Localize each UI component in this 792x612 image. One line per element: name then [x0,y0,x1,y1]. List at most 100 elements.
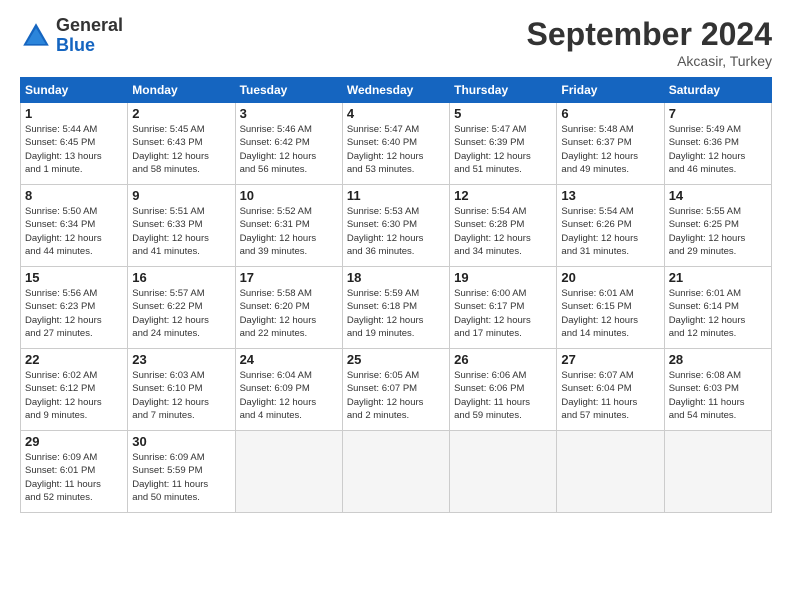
logo-blue: Blue [56,36,123,56]
calendar-cell: 12 Sunrise: 5:54 AM Sunset: 6:28 PM Dayli… [450,185,557,267]
weekday-header-wednesday: Wednesday [342,78,449,103]
calendar-cell: 30 Sunrise: 6:09 AM Sunset: 5:59 PM Dayli… [128,431,235,513]
day-number: 28 [669,352,767,367]
day-number: 7 [669,106,767,121]
calendar-cell: 8 Sunrise: 5:50 AM Sunset: 6:34 PM Daylig… [21,185,128,267]
day-detail: Sunrise: 5:50 AM Sunset: 6:34 PM Dayligh… [25,205,123,258]
day-number: 12 [454,188,552,203]
day-detail: Sunrise: 5:56 AM Sunset: 6:23 PM Dayligh… [25,287,123,340]
day-number: 15 [25,270,123,285]
day-detail: Sunrise: 5:58 AM Sunset: 6:20 PM Dayligh… [240,287,338,340]
day-number: 23 [132,352,230,367]
day-number: 29 [25,434,123,449]
day-number: 8 [25,188,123,203]
week-row-2: 8 Sunrise: 5:50 AM Sunset: 6:34 PM Daylig… [21,185,772,267]
calendar-cell: 29 Sunrise: 6:09 AM Sunset: 6:01 PM Dayli… [21,431,128,513]
location: Akcasir, Turkey [527,53,772,69]
day-detail: Sunrise: 6:06 AM Sunset: 6:06 PM Dayligh… [454,369,552,422]
day-number: 1 [25,106,123,121]
weekday-header-row: SundayMondayTuesdayWednesdayThursdayFrid… [21,78,772,103]
day-number: 19 [454,270,552,285]
week-row-1: 1 Sunrise: 5:44 AM Sunset: 6:45 PM Daylig… [21,103,772,185]
calendar-cell: 4 Sunrise: 5:47 AM Sunset: 6:40 PM Daylig… [342,103,449,185]
weekday-header-saturday: Saturday [664,78,771,103]
month-title: September 2024 [527,16,772,53]
calendar-cell: 19 Sunrise: 6:00 AM Sunset: 6:17 PM Dayli… [450,267,557,349]
day-detail: Sunrise: 6:08 AM Sunset: 6:03 PM Dayligh… [669,369,767,422]
day-number: 10 [240,188,338,203]
weekday-header-tuesday: Tuesday [235,78,342,103]
title-block: September 2024 Akcasir, Turkey [527,16,772,69]
calendar-cell: 18Sunrise: 5:59 AM Sunset: 6:18 PM Dayli… [342,267,449,349]
logo-general: General [56,16,123,36]
day-detail: Sunrise: 5:51 AM Sunset: 6:33 PM Dayligh… [132,205,230,258]
day-detail: Sunrise: 5:54 AM Sunset: 6:26 PM Dayligh… [561,205,659,258]
calendar-table: SundayMondayTuesdayWednesdayThursdayFrid… [20,77,772,513]
day-detail: Sunrise: 5:44 AM Sunset: 6:45 PM Dayligh… [25,123,123,176]
day-number: 27 [561,352,659,367]
day-number: 2 [132,106,230,121]
day-detail: Sunrise: 6:07 AM Sunset: 6:04 PM Dayligh… [561,369,659,422]
day-number: 6 [561,106,659,121]
day-detail: Sunrise: 5:49 AM Sunset: 6:36 PM Dayligh… [669,123,767,176]
weekday-header-sunday: Sunday [21,78,128,103]
calendar-cell: 6 Sunrise: 5:48 AM Sunset: 6:37 PM Daylig… [557,103,664,185]
day-detail: Sunrise: 6:03 AM Sunset: 6:10 PM Dayligh… [132,369,230,422]
calendar-cell: 26 Sunrise: 6:06 AM Sunset: 6:06 PM Dayli… [450,349,557,431]
day-number: 14 [669,188,767,203]
day-detail: Sunrise: 6:09 AM Sunset: 5:59 PM Dayligh… [132,451,230,504]
calendar-cell: 7 Sunrise: 5:49 AM Sunset: 6:36 PM Daylig… [664,103,771,185]
day-number: 24 [240,352,338,367]
logo: General Blue [20,16,123,56]
calendar-cell: 2 Sunrise: 5:45 AM Sunset: 6:43 PM Daylig… [128,103,235,185]
day-detail: Sunrise: 6:01 AM Sunset: 6:14 PM Dayligh… [669,287,767,340]
day-detail: Sunrise: 5:57 AM Sunset: 6:22 PM Dayligh… [132,287,230,340]
weekday-header-friday: Friday [557,78,664,103]
day-number: 11 [347,188,445,203]
calendar-cell [664,431,771,513]
day-number: 22 [25,352,123,367]
page: General Blue September 2024 Akcasir, Tur… [0,0,792,612]
calendar-cell: 10 Sunrise: 5:52 AM Sunset: 6:31 PM Dayli… [235,185,342,267]
day-number: 20 [561,270,659,285]
weekday-header-thursday: Thursday [450,78,557,103]
calendar-cell: 5Sunrise: 5:47 AM Sunset: 6:39 PM Daylig… [450,103,557,185]
calendar-cell [557,431,664,513]
weekday-header-monday: Monday [128,78,235,103]
day-detail: Sunrise: 6:04 AM Sunset: 6:09 PM Dayligh… [240,369,338,422]
day-detail: Sunrise: 5:54 AM Sunset: 6:28 PM Dayligh… [454,205,552,258]
calendar-cell: 25Sunrise: 6:05 AM Sunset: 6:07 PM Dayli… [342,349,449,431]
calendar-cell: 14Sunrise: 5:55 AM Sunset: 6:25 PM Dayli… [664,185,771,267]
calendar-cell: 22Sunrise: 6:02 AM Sunset: 6:12 PM Dayli… [21,349,128,431]
calendar-cell: 28 Sunrise: 6:08 AM Sunset: 6:03 PM Dayli… [664,349,771,431]
calendar-cell: 11Sunrise: 5:53 AM Sunset: 6:30 PM Dayli… [342,185,449,267]
calendar-cell: 15 Sunrise: 5:56 AM Sunset: 6:23 PM Dayli… [21,267,128,349]
day-detail: Sunrise: 5:52 AM Sunset: 6:31 PM Dayligh… [240,205,338,258]
day-detail: Sunrise: 6:00 AM Sunset: 6:17 PM Dayligh… [454,287,552,340]
day-detail: Sunrise: 6:09 AM Sunset: 6:01 PM Dayligh… [25,451,123,504]
calendar-cell [235,431,342,513]
calendar-cell: 3Sunrise: 5:46 AM Sunset: 6:42 PM Daylig… [235,103,342,185]
logo-icon [20,20,52,52]
day-detail: Sunrise: 6:01 AM Sunset: 6:15 PM Dayligh… [561,287,659,340]
calendar-cell: 1 Sunrise: 5:44 AM Sunset: 6:45 PM Daylig… [21,103,128,185]
calendar-cell: 21 Sunrise: 6:01 AM Sunset: 6:14 PM Dayli… [664,267,771,349]
day-detail: Sunrise: 5:47 AM Sunset: 6:40 PM Dayligh… [347,123,445,176]
day-number: 13 [561,188,659,203]
day-detail: Sunrise: 5:45 AM Sunset: 6:43 PM Dayligh… [132,123,230,176]
day-number: 3 [240,106,338,121]
day-number: 26 [454,352,552,367]
logo-text: General Blue [56,16,123,56]
day-detail: Sunrise: 5:59 AM Sunset: 6:18 PM Dayligh… [347,287,445,340]
day-number: 16 [132,270,230,285]
calendar-cell [450,431,557,513]
day-number: 4 [347,106,445,121]
header: General Blue September 2024 Akcasir, Tur… [20,16,772,69]
day-number: 21 [669,270,767,285]
calendar-cell: 17Sunrise: 5:58 AM Sunset: 6:20 PM Dayli… [235,267,342,349]
day-detail: Sunrise: 5:47 AM Sunset: 6:39 PM Dayligh… [454,123,552,176]
day-number: 30 [132,434,230,449]
calendar-cell: 27 Sunrise: 6:07 AM Sunset: 6:04 PM Dayli… [557,349,664,431]
day-detail: Sunrise: 5:48 AM Sunset: 6:37 PM Dayligh… [561,123,659,176]
day-number: 9 [132,188,230,203]
